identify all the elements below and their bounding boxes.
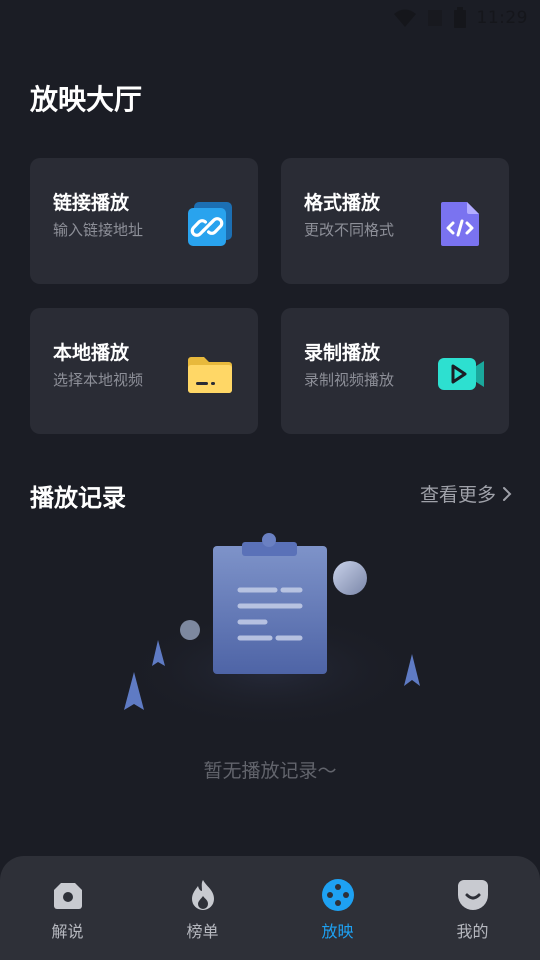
smile-icon [457,880,488,910]
history-section-title: 播放记录 [30,484,126,512]
tab-label: 我的 [456,922,489,941]
card-subtitle: 选择本地视频 [53,371,144,389]
record-play-card[interactable]: 录制播放 录制视频播放 [281,308,509,434]
tab-mine[interactable]: 我的 [405,856,540,960]
local-play-card[interactable]: 本地播放 选择本地视频 [30,308,258,434]
tab-screening[interactable]: 放映 [270,856,405,960]
tab-ranking[interactable]: 榜单 [135,856,270,960]
tab-label: 榜单 [186,922,219,941]
card-title: 格式播放 [304,192,381,214]
code-file-icon [441,202,479,246]
signal-icon [427,10,442,26]
card-title: 链接播放 [53,192,130,214]
camera-icon [53,883,82,909]
see-more-label: 查看更多 [419,484,496,506]
page-title: 放映大厅 [30,83,143,116]
tab-label: 解说 [51,922,84,941]
tab-commentary[interactable]: 解说 [0,856,135,960]
card-title: 本地播放 [53,342,130,364]
empty-state-text: 暂无播放记录～ [203,760,337,782]
film-reel-icon [321,879,354,911]
battery-icon [453,7,466,28]
link-play-card[interactable]: 链接播放 输入链接地址 [30,158,258,284]
folder-icon [188,357,232,393]
see-more-link[interactable]: 查看更多 [420,480,512,507]
card-subtitle: 录制视频播放 [304,371,395,389]
chevron-right-icon [503,486,512,501]
status-icons: 11:29 [393,6,529,30]
fire-icon [191,880,214,910]
wifi-icon [393,9,416,27]
empty-clipboard-illustration [120,533,420,730]
card-subtitle: 更改不同格式 [304,221,395,239]
format-play-card[interactable]: 格式播放 更改不同格式 [281,158,509,284]
tab-label: 放映 [321,922,354,941]
card-subtitle: 输入链接地址 [53,221,144,239]
status-time: 11:29 [476,8,528,28]
link-icon [188,202,232,246]
video-record-icon [438,358,484,390]
status-bar: 11:29 [0,0,540,36]
bottom-tab-bar: 解说 榜单 放映 我的 [0,856,540,960]
card-title: 录制播放 [304,342,381,364]
